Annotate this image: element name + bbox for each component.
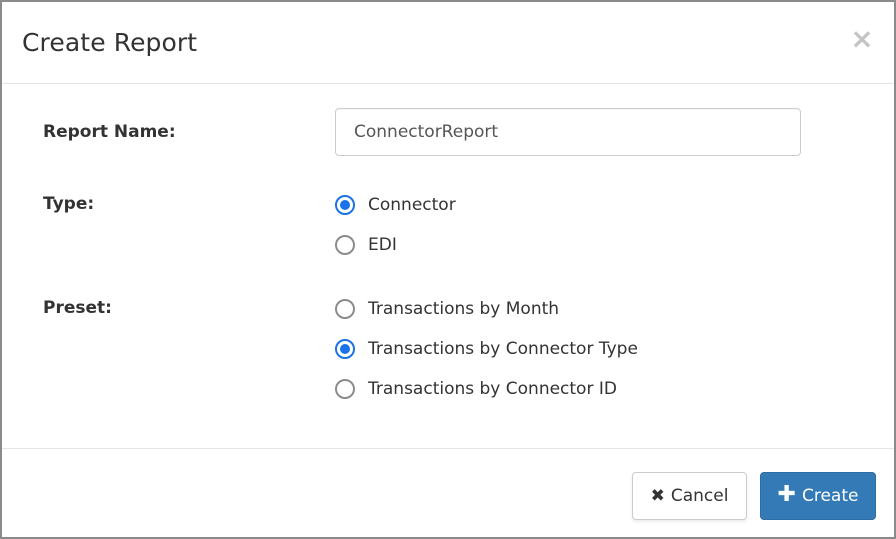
preset-label: Preset: xyxy=(43,298,112,318)
close-icon[interactable]: × xyxy=(850,22,874,56)
type-option-connector[interactable]: Connector xyxy=(335,192,456,218)
plus-icon: ✚ xyxy=(777,482,796,507)
dialog-body: Report Name: Type: Connector EDI Preset:… xyxy=(2,84,894,448)
preset-connector-type-radio[interactable] xyxy=(335,339,355,359)
report-name-input[interactable] xyxy=(335,108,801,156)
cancel-button-label: Cancel xyxy=(670,486,729,506)
close-icon: ✖ xyxy=(650,486,665,506)
preset-option-label: Transactions by Month xyxy=(368,299,560,319)
type-connector-radio[interactable] xyxy=(335,195,355,215)
type-label: Type: xyxy=(43,194,95,214)
preset-connector-id-radio[interactable] xyxy=(335,379,355,399)
cancel-button[interactable]: ✖ Cancel xyxy=(632,472,747,520)
type-option-label: EDI xyxy=(368,235,397,255)
preset-option-label: Transactions by Connector Type xyxy=(368,339,638,359)
preset-option-month[interactable]: Transactions by Month xyxy=(335,296,559,322)
create-button[interactable]: ✚ Create xyxy=(760,472,876,520)
type-edi-radio[interactable] xyxy=(335,235,355,255)
type-option-edi[interactable]: EDI xyxy=(335,232,397,258)
create-button-label: Create xyxy=(801,486,859,506)
dialog-title: Create Report xyxy=(22,28,198,57)
dialog-footer: ✖ Cancel ✚ Create xyxy=(2,448,894,537)
preset-option-connector-type[interactable]: Transactions by Connector Type xyxy=(335,336,638,362)
preset-option-label: Transactions by Connector ID xyxy=(368,379,617,399)
dialog-header: Create Report × xyxy=(2,2,894,84)
preset-option-connector-id[interactable]: Transactions by Connector ID xyxy=(335,376,617,402)
report-name-label: Report Name: xyxy=(43,122,176,142)
preset-month-radio[interactable] xyxy=(335,299,355,319)
create-report-dialog: Create Report × Report Name: Type: Conne… xyxy=(0,0,896,539)
type-option-label: Connector xyxy=(368,195,456,215)
